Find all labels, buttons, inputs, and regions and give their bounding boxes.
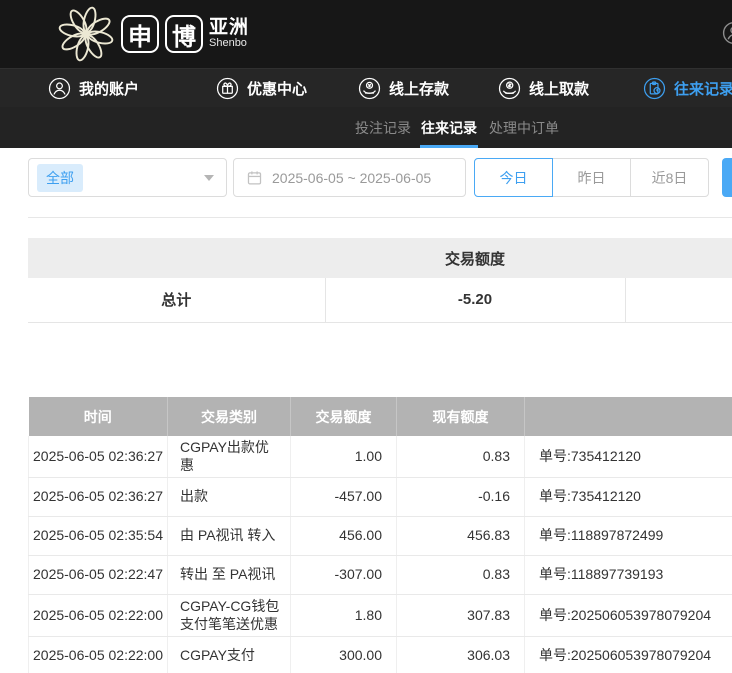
cell-balance: 0.83 (397, 436, 525, 478)
logo-char-box: 博 (165, 15, 203, 53)
summary-empty-cell (625, 278, 732, 322)
cell-balance: -0.16 (397, 478, 525, 517)
table-row: 2025-06-05 02:22:00CGPAY-CG钱包支付笔笔送优惠1.80… (29, 595, 732, 637)
cell-summary: 单号:202506053978079204 (525, 637, 732, 673)
cell-summary: 单号:735412120 (525, 478, 732, 517)
cell-amount: 1.80 (291, 595, 397, 637)
table-row: 2025-06-05 02:22:00CGPAY支付300.00306.03单号… (29, 637, 732, 673)
cell-summary: 单号:202506053978079204 (525, 595, 732, 637)
nav-item-promo-center[interactable]: 优惠中心 (216, 69, 307, 108)
withdraw-icon (498, 77, 521, 100)
summary-header-amount: 交易额度 (325, 238, 625, 278)
cell-type: CGPAY出款优惠 (168, 436, 291, 478)
cell-balance: 307.83 (397, 595, 525, 637)
summary-header-empty (625, 238, 732, 278)
date-range-value: 2025-06-05 ~ 2025-06-05 (272, 170, 431, 186)
column-header: 时间 (29, 397, 168, 436)
column-header: 摘要 (525, 397, 732, 436)
cell-amount: -307.00 (291, 556, 397, 595)
nav-item-label: 线上取款 (529, 78, 589, 99)
flower-logo-icon (57, 5, 115, 63)
nav-item-label: 我的账户 (79, 78, 139, 99)
user-icon (48, 77, 71, 100)
cell-amount: 456.00 (291, 517, 397, 556)
brand-logo[interactable]: 申 博 亚洲 Shenbo (57, 5, 249, 63)
cell-time: 2025-06-05 02:36:27 (29, 436, 168, 478)
main-nav: 我的账户 优惠中心 线上存款 线上取款 往来记录 (0, 68, 732, 107)
cell-summary: 单号:118897872499 (525, 517, 732, 556)
nav-item-label: 往来记录 (674, 78, 732, 99)
selected-type-tag: 全部 (37, 164, 83, 192)
cell-time: 2025-06-05 02:35:54 (29, 517, 168, 556)
summary-total-label: 总计 (28, 278, 325, 322)
cell-amount: 1.00 (291, 436, 397, 478)
deposit-icon (358, 77, 381, 100)
page: 申 博 亚洲 Shenbo qhhv 我的账户优惠中心线上存款线上取款往来记录 … (0, 0, 732, 673)
cell-summary: 单号:735412120 (525, 436, 732, 478)
summary-total-row: 总计 -5.20 (28, 278, 732, 322)
tab-processing-orders[interactable]: 处理中订单 (489, 107, 559, 148)
table-row: 2025-06-05 02:36:27出款-457.00-0.16单号:7354… (29, 478, 732, 517)
cell-type: CGPAY-CG钱包支付笔笔送优惠 (168, 595, 291, 637)
records-icon (643, 77, 666, 100)
cell-time: 2025-06-05 02:36:27 (29, 478, 168, 517)
summary-header-row: 交易额度 (28, 238, 732, 278)
cell-time: 2025-06-05 02:22:47 (29, 556, 168, 595)
table-row: 2025-06-05 02:35:54由 PA视讯 转入456.00456.83… (29, 517, 732, 556)
quick-button-today[interactable]: 今日 (474, 158, 553, 197)
column-header: 交易额度 (291, 397, 397, 436)
quick-button-last-8-days[interactable]: 近8日 (630, 158, 709, 197)
cell-balance: 0.83 (397, 556, 525, 595)
cell-time: 2025-06-05 02:22:00 (29, 637, 168, 673)
cell-amount: -457.00 (291, 478, 397, 517)
sub-nav: 投注记录往来记录处理中订单 (0, 107, 732, 148)
cell-type: 由 PA视讯 转入 (168, 517, 291, 556)
summary-table: 交易额度 总计 -5.20 (28, 238, 732, 323)
top-header: 申 博 亚洲 Shenbo qhhv (0, 0, 732, 68)
user-account[interactable]: qhhv (722, 21, 732, 45)
table-row: 2025-06-05 02:36:27CGPAY出款优惠1.000.83单号:7… (29, 436, 732, 478)
records-header-row: 时间交易类别交易额度现有额度摘要 (29, 397, 732, 436)
date-quick-buttons: 今日昨日近8日 (474, 158, 709, 197)
type-filter-dropdown[interactable]: 全部 (28, 158, 227, 197)
nav-item-online-withdraw[interactable]: 线上取款 (498, 69, 589, 108)
cell-balance: 456.83 (397, 517, 525, 556)
cell-type: 出款 (168, 478, 291, 517)
logo-char-box: 申 (121, 15, 159, 53)
table-row: 2025-06-05 02:22:47转出 至 PA视讯-307.000.83单… (29, 556, 732, 595)
tab-bet-records[interactable]: 投注记录 (355, 107, 411, 148)
calendar-icon (246, 169, 263, 186)
date-range-input[interactable]: 2025-06-05 ~ 2025-06-05 (233, 158, 466, 197)
column-header: 交易类别 (168, 397, 291, 436)
column-header: 现有额度 (397, 397, 525, 436)
chevron-down-icon (204, 175, 214, 181)
brand-subtitle: Shenbo (209, 38, 249, 50)
summary-header-empty (28, 238, 325, 278)
cell-time: 2025-06-05 02:22:00 (29, 595, 168, 637)
cell-amount: 300.00 (291, 637, 397, 673)
nav-item-label: 优惠中心 (247, 78, 307, 99)
avatar-icon (722, 21, 732, 45)
gift-icon (216, 77, 239, 100)
nav-item-label: 线上存款 (389, 78, 449, 99)
cell-type: 转出 至 PA视讯 (168, 556, 291, 595)
cell-summary: 单号:118897739193 (525, 556, 732, 595)
cell-balance: 306.03 (397, 637, 525, 673)
search-button[interactable] (722, 158, 732, 197)
records-table: 时间交易类别交易额度现有额度摘要 2025-06-05 02:36:27CGPA… (28, 397, 732, 673)
cell-type: CGPAY支付 (168, 637, 291, 673)
nav-item-online-deposit[interactable]: 线上存款 (358, 69, 449, 108)
brand-region: 亚洲 (209, 18, 249, 38)
divider (28, 217, 732, 218)
nav-item-transaction-records[interactable]: 往来记录 (643, 69, 732, 108)
quick-button-yesterday[interactable]: 昨日 (552, 158, 631, 197)
tab-transaction-records[interactable]: 往来记录 (421, 107, 477, 148)
summary-total-value: -5.20 (325, 278, 625, 322)
nav-item-my-account[interactable]: 我的账户 (48, 69, 139, 108)
